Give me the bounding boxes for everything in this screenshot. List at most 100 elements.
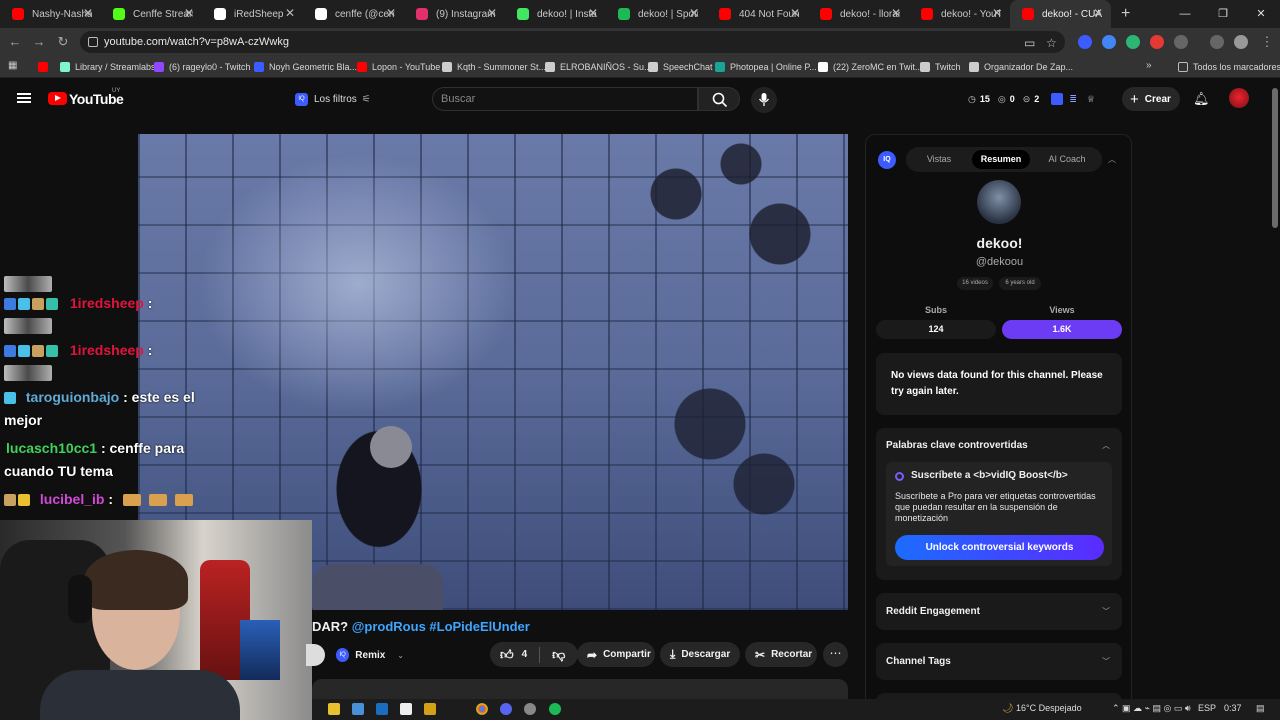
reload-icon[interactable]: ↻ xyxy=(50,34,76,50)
tab-close-icon[interactable]: ✕ xyxy=(285,6,295,20)
extensions-puzzle-icon[interactable] xyxy=(1174,35,1188,49)
extension-icon[interactable] xyxy=(1078,35,1092,49)
bookmark-item[interactable]: Twitch xyxy=(920,60,961,74)
channel-avatar-button[interactable] xyxy=(306,644,325,666)
scrollbar-thumb[interactable] xyxy=(1272,88,1278,228)
browser-menu-icon[interactable]: ⋮ xyxy=(1254,34,1280,50)
video-title-tags[interactable]: @prodRous #LoPideElUnder xyxy=(352,619,530,634)
apps-grid-icon[interactable]: ▦ xyxy=(8,60,17,71)
browser-tab[interactable]: Nashy-Nashai ✕ xyxy=(0,0,101,28)
extension-icon[interactable] xyxy=(1126,35,1140,49)
tab-close-icon[interactable]: ✕ xyxy=(790,6,800,20)
dislike-button[interactable]: 👎︎ xyxy=(552,647,565,663)
youtube-logo-icon[interactable] xyxy=(48,92,67,105)
language-indicator[interactable]: ESP xyxy=(1198,703,1216,713)
bookmark-item[interactable]: SpeechChat xyxy=(648,60,713,74)
tab-close-icon[interactable]: ✕ xyxy=(1093,6,1103,20)
bookmark-item[interactable]: ELROBANIÑOS - Su... xyxy=(545,60,652,74)
more-bookmarks-icon[interactable]: » xyxy=(1146,60,1152,71)
spotify-icon[interactable] xyxy=(549,703,561,715)
browser-tab[interactable]: dekoo! - CUÁN✕ xyxy=(1010,0,1111,28)
description-box[interactable] xyxy=(312,679,848,699)
tab-close-icon[interactable]: ✕ xyxy=(83,6,93,20)
browser-tab[interactable]: dekoo! | Instag ✕ xyxy=(505,0,606,28)
browser-tab[interactable]: dekoo! - lloran ✕ xyxy=(808,0,909,28)
reddit-engagement-card[interactable]: Reddit Engagement ﹀ xyxy=(876,593,1122,630)
bookmark-item[interactable]: Photopea | Online P... xyxy=(715,60,817,74)
filters-button[interactable]: IQ Los filtros ⚟ xyxy=(295,90,371,108)
clip-button[interactable]: ✂ Recortar xyxy=(745,642,817,667)
weather-widget[interactable]: 🌙︎ 16°C Despejado xyxy=(1002,703,1082,714)
channel-tags-card[interactable]: Channel Tags ﹀ xyxy=(876,643,1122,680)
cast-icon[interactable]: ▭ xyxy=(1024,36,1035,50)
vidiq-icon[interactable] xyxy=(1051,93,1064,105)
vidiq-tab-resumen[interactable]: Resumen xyxy=(972,150,1030,169)
bookmark-item[interactable]: Lopon - YouTube xyxy=(357,60,440,74)
download-button[interactable]: ⤓ Descargar xyxy=(660,642,740,667)
bookmark-item[interactable]: (6) rageylo0 - Twitch xyxy=(154,60,250,74)
tab-close-icon[interactable]: ✕ xyxy=(992,6,1002,20)
extension-icon[interactable] xyxy=(1102,35,1116,49)
tab-close-icon[interactable]: ✕ xyxy=(891,6,901,20)
voice-search-button[interactable] xyxy=(751,87,777,113)
vidiq-tab-vistas[interactable]: Vistas xyxy=(914,150,964,169)
extension-icon[interactable] xyxy=(1150,35,1164,49)
trophy-icon[interactable]: ♕ xyxy=(1087,94,1095,105)
back-icon[interactable]: ← xyxy=(2,34,28,49)
share-button[interactable]: ➦ Compartir xyxy=(577,642,655,667)
bookmark-item[interactable]: Noyh Geometric Bla... xyxy=(254,60,357,74)
search-input[interactable]: Buscar xyxy=(432,87,698,111)
bookmark-item[interactable]: Organizador De Zap... xyxy=(969,60,1073,74)
browser-tab[interactable]: dekoo! | Spotif ✕ xyxy=(606,0,707,28)
create-button[interactable]: + Crear xyxy=(1122,87,1180,111)
hamburger-menu-icon[interactable] xyxy=(17,93,31,103)
collapse-icon[interactable]: ︿ xyxy=(1108,154,1116,165)
chrome-icon[interactable] xyxy=(476,703,488,715)
list-icon[interactable]: ≣ xyxy=(1069,94,1077,105)
new-tab-icon[interactable]: + xyxy=(1121,5,1130,23)
browser-tab[interactable]: Cenffe Stream ✕ xyxy=(101,0,202,28)
taskbar-app-icon[interactable] xyxy=(352,703,364,715)
unlock-keywords-button[interactable]: Unlock controversial keywords xyxy=(895,535,1104,560)
chevron-up-icon[interactable]: ︿ xyxy=(1102,440,1110,451)
remix-button[interactable]: IQ Remix ⌄ xyxy=(332,644,404,666)
profile-avatar[interactable] xyxy=(1234,35,1248,49)
site-info-icon[interactable] xyxy=(88,37,98,47)
like-button[interactable]: 👍︎ 4 xyxy=(500,647,527,663)
tab-close-icon[interactable]: ✕ xyxy=(386,6,396,20)
bookmark-star-icon[interactable]: ☆ xyxy=(1046,36,1057,50)
browser-tab[interactable]: 404 Not Found ✕ xyxy=(707,0,808,28)
bookmark-item[interactable]: Kqth - Summoner St... xyxy=(442,60,546,74)
close-window-icon[interactable]: ✕ xyxy=(1242,0,1280,28)
notification-icon[interactable]: ▤ xyxy=(1256,703,1265,714)
notifications-bell-icon[interactable]: 🔔︎ xyxy=(1193,91,1210,107)
all-bookmarks-folder[interactable]: Todos los marcadores xyxy=(1178,60,1280,74)
search-button[interactable] xyxy=(698,87,740,111)
tab-close-icon[interactable]: ✕ xyxy=(184,6,194,20)
address-bar[interactable]: youtube.com/watch?v=p8wA-czWwkg ▭ ☆ xyxy=(80,31,1065,53)
clock-time[interactable]: 0:37 xyxy=(1224,703,1242,713)
bookmark-item[interactable] xyxy=(38,60,53,74)
browser-tab[interactable]: cenffe (@cenff ✕ xyxy=(303,0,404,28)
browser-tab[interactable]: (9) Instagram ✕ xyxy=(404,0,505,28)
obs-icon[interactable] xyxy=(524,703,536,715)
minimize-icon[interactable]: — xyxy=(1166,0,1204,28)
tab-close-icon[interactable]: ✕ xyxy=(487,6,497,20)
forward-icon[interactable]: → xyxy=(26,34,52,49)
taskbar-app-icon[interactable] xyxy=(424,703,436,715)
discord-icon[interactable] xyxy=(500,703,512,715)
browser-tab[interactable]: iRedSheep ✕ xyxy=(202,0,303,28)
vidiq-tab-ai-coach[interactable]: AI Coach xyxy=(1038,150,1096,169)
keywords-title[interactable]: Palabras clave controvertidas xyxy=(886,440,1028,451)
reading-list-icon[interactable] xyxy=(1210,35,1224,49)
bookmark-item[interactable]: Library / Streamlabs xyxy=(60,60,156,74)
steam-icon[interactable] xyxy=(376,703,388,715)
tab-close-icon[interactable]: ✕ xyxy=(588,6,598,20)
bookmark-item[interactable]: (22) ZeroMC en Twit... xyxy=(818,60,922,74)
vidiq-stats[interactable]: ◷ 15 ◎ 0 ⊝ 2 ≣ ♕ xyxy=(968,93,1095,105)
page-scrollbar[interactable] xyxy=(1270,78,1280,698)
maximize-icon[interactable]: ❐ xyxy=(1204,0,1242,28)
taskbar-app-icon[interactable] xyxy=(400,703,412,715)
account-avatar[interactable] xyxy=(1229,88,1249,108)
browser-tab[interactable]: dekoo! - YouTu✕ xyxy=(909,0,1010,28)
